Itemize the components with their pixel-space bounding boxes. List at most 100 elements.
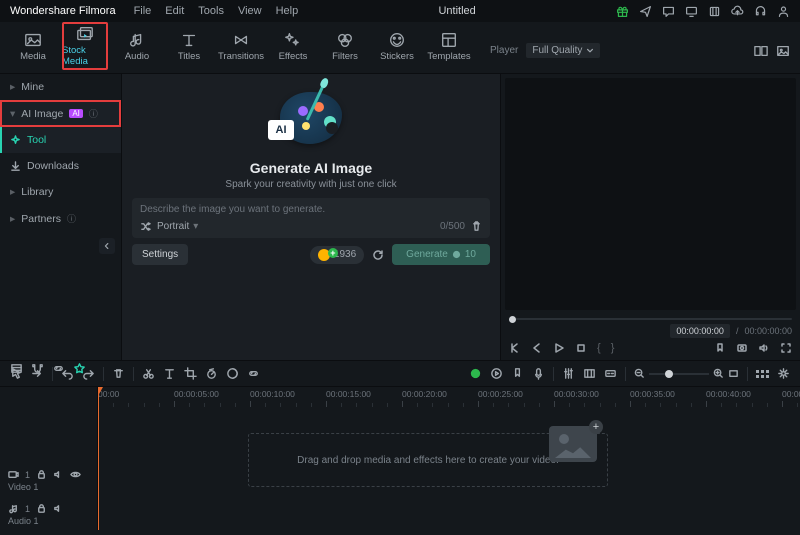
menu-file[interactable]: File xyxy=(134,5,152,17)
sidebar-item-ai-image[interactable]: ▾AI ImageAIⓘ xyxy=(0,100,121,127)
adjust-icon[interactable] xyxy=(583,367,596,380)
credits-pill[interactable]: 1936 xyxy=(310,246,364,264)
trash-icon[interactable] xyxy=(471,221,482,232)
playhead[interactable] xyxy=(98,387,99,530)
player-panel: 00:00:00:00/00:00:00:00 {} xyxy=(500,74,800,360)
sidebar-item-downloads[interactable]: Downloads xyxy=(0,153,121,179)
generate-button[interactable]: Generate10 xyxy=(392,244,490,265)
sidebar-item-partners[interactable]: ▸Partnersⓘ xyxy=(0,205,121,232)
link-toggle-icon[interactable] xyxy=(52,362,65,375)
tab-templates[interactable]: Templates xyxy=(426,22,472,70)
tab-stickers[interactable]: Stickers xyxy=(374,22,420,70)
settings-gear-icon[interactable] xyxy=(777,367,790,380)
effects-icon xyxy=(284,31,302,49)
tab-stock-media[interactable]: Stock Media xyxy=(62,22,108,70)
delete-icon[interactable] xyxy=(112,367,125,380)
char-counter: 0/500 xyxy=(440,221,465,232)
menu-help[interactable]: Help xyxy=(276,5,299,17)
info-icon[interactable]: ⓘ xyxy=(67,212,76,225)
step-back-icon[interactable] xyxy=(531,342,543,354)
crop-icon[interactable] xyxy=(184,367,197,380)
fullscreen-icon[interactable] xyxy=(780,342,792,354)
quality-selector[interactable]: Full Quality xyxy=(526,43,600,58)
mute-icon[interactable] xyxy=(53,503,64,514)
play-icon[interactable] xyxy=(553,342,565,354)
player-viewport[interactable] xyxy=(505,78,796,310)
video-track-icon xyxy=(8,469,19,480)
magnet-icon[interactable] xyxy=(31,362,44,375)
account-icon[interactable] xyxy=(777,5,790,18)
ai-panel-title: Generate AI Image xyxy=(250,160,372,176)
stickers-icon xyxy=(388,31,406,49)
sidebar-item-mine[interactable]: ▸Mine xyxy=(0,74,121,100)
settings-button[interactable]: Settings xyxy=(132,244,188,265)
menu-view[interactable]: View xyxy=(238,5,262,17)
headset-icon[interactable] xyxy=(754,5,767,18)
timeline-canvas[interactable]: 00:0000:00:05:0000:00:10:0000:00:15:0000… xyxy=(98,387,800,530)
info-icon[interactable]: ⓘ xyxy=(89,107,98,120)
tab-transitions[interactable]: Transitions xyxy=(218,22,264,70)
tab-media[interactable]: Media xyxy=(10,22,56,70)
tab-filters[interactable]: Filters xyxy=(322,22,368,70)
timeline-mode-row xyxy=(10,362,86,375)
link-icon[interactable] xyxy=(247,367,260,380)
module-toolbar: Media Stock Media Audio Titles Transitio… xyxy=(0,22,800,74)
tab-titles[interactable]: Titles xyxy=(166,22,212,70)
marker-tl-icon[interactable] xyxy=(511,367,524,380)
mute-icon[interactable] xyxy=(53,469,64,480)
ai-illustration: AI xyxy=(266,84,356,154)
time-ruler[interactable]: 00:0000:00:05:0000:00:10:0000:00:15:0000… xyxy=(98,387,800,411)
split-icon[interactable] xyxy=(142,367,155,380)
volume-icon[interactable] xyxy=(758,342,770,354)
auto-ripple-icon[interactable] xyxy=(73,362,86,375)
zoom-in-icon[interactable] xyxy=(713,368,724,379)
comment-icon[interactable] xyxy=(662,5,675,18)
video-track-header[interactable]: 1 Video 1 xyxy=(0,467,97,501)
library-icon[interactable] xyxy=(708,5,721,18)
prompt-input[interactable]: Describe the image you want to generate. xyxy=(140,204,482,215)
marker-icon[interactable] xyxy=(714,342,726,354)
sidebar-item-tool[interactable]: Tool xyxy=(0,127,121,153)
track-panel-icon[interactable] xyxy=(10,362,23,375)
player-controls: {} xyxy=(501,338,800,360)
shuffle-icon[interactable] xyxy=(140,221,151,232)
track-headers: 1 Video 1 1 Audio 1 xyxy=(0,387,98,530)
eye-icon[interactable] xyxy=(70,469,81,480)
lock-icon[interactable] xyxy=(36,503,47,514)
zoom-slider[interactable] xyxy=(634,368,739,379)
compare-view-icon[interactable] xyxy=(754,44,768,58)
mixer-icon[interactable] xyxy=(562,367,575,380)
speed-icon[interactable] xyxy=(205,367,218,380)
gift-icon[interactable] xyxy=(616,5,629,18)
menu-tools[interactable]: Tools xyxy=(198,5,224,17)
tab-effects[interactable]: Effects xyxy=(270,22,316,70)
menu-edit[interactable]: Edit xyxy=(165,5,184,17)
filters-icon xyxy=(336,31,354,49)
player-seek[interactable] xyxy=(509,316,792,322)
record-vo-icon[interactable] xyxy=(532,367,545,380)
device-icon[interactable] xyxy=(685,5,698,18)
zoom-fit-icon[interactable] xyxy=(728,368,739,379)
aspect-selector[interactable]: Portrait▾ xyxy=(157,221,198,232)
lock-icon[interactable] xyxy=(36,469,47,480)
grid-view-icon[interactable] xyxy=(756,370,769,378)
duration-time: 00:00:00:00 xyxy=(744,326,792,336)
prev-frame-icon[interactable] xyxy=(509,342,521,354)
send-icon[interactable] xyxy=(639,5,652,18)
sidebar-item-library[interactable]: ▸Library xyxy=(0,179,121,205)
image-view-icon[interactable] xyxy=(776,44,790,58)
tab-audio[interactable]: Audio xyxy=(114,22,160,70)
caption-icon[interactable] xyxy=(604,367,617,380)
sidebar-collapse-button[interactable] xyxy=(99,238,115,254)
render-indicator-icon[interactable] xyxy=(469,367,482,380)
cloud-upload-icon[interactable] xyxy=(731,5,744,18)
ai-chip: AI xyxy=(268,120,294,140)
play-tl-icon[interactable] xyxy=(490,367,503,380)
drop-zone[interactable]: + Drag and drop media and effects here t… xyxy=(248,433,608,487)
snapshot-icon[interactable] xyxy=(736,342,748,354)
color-icon[interactable] xyxy=(226,367,239,380)
zoom-out-icon[interactable] xyxy=(634,368,645,379)
refresh-button[interactable] xyxy=(370,247,386,263)
stop-icon[interactable] xyxy=(575,342,587,354)
text-tool-icon[interactable] xyxy=(163,367,176,380)
